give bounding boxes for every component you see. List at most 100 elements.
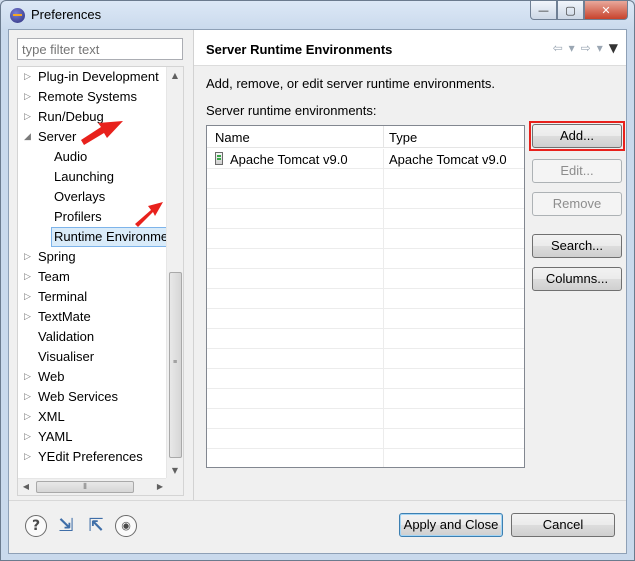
- tree-item[interactable]: ▷ Plug-in Development: [18, 67, 168, 87]
- view-menu-icon[interactable]: ▼: [609, 41, 618, 55]
- table-row: [207, 429, 524, 449]
- pane-divider[interactable]: [193, 30, 194, 500]
- tree-item-label: TextMate: [38, 309, 91, 324]
- tree-item-label: Validation: [38, 329, 95, 344]
- annotation-arrow-icon: [135, 202, 163, 227]
- collapsed-arrow-icon[interactable]: ▷: [24, 407, 34, 427]
- search-button[interactable]: Search...: [532, 234, 622, 258]
- table-row: [207, 189, 524, 209]
- tree-item[interactable]: Runtime Environme: [18, 227, 168, 247]
- title-bar: Preferences — ▢ ✕: [1, 1, 634, 29]
- tree-horizontal-scrollbar[interactable]: ◀ ⦀ ▶: [18, 478, 168, 495]
- tree-item-label: Visualiser: [38, 349, 95, 364]
- collapsed-arrow-icon[interactable]: ▷: [24, 87, 34, 107]
- tree-item-label: Terminal: [38, 289, 88, 304]
- tree-item[interactable]: ▷ Web Services: [18, 387, 168, 407]
- server-runtime-icon: [215, 152, 223, 165]
- tree-item-label: Spring: [38, 249, 76, 264]
- forward-dropdown-icon[interactable]: ▾: [597, 41, 603, 55]
- expanded-arrow-icon[interactable]: ◢: [24, 127, 34, 147]
- page-title: Server Runtime Environments: [206, 42, 393, 57]
- collapsed-arrow-icon[interactable]: ▷: [24, 267, 34, 287]
- collapsed-arrow-icon[interactable]: ▷: [24, 247, 34, 267]
- tree-item[interactable]: ▷ YEdit Preferences: [18, 447, 168, 467]
- window-title: Preferences: [31, 7, 102, 22]
- filter-input[interactable]: [17, 38, 183, 60]
- tree-item-label: Server: [38, 129, 77, 144]
- tree-item[interactable]: ▷ Remote Systems: [18, 87, 168, 107]
- close-button[interactable]: ✕: [584, 1, 628, 20]
- table-row: [207, 409, 524, 429]
- page-description: Add, remove, or edit server runtime envi…: [206, 76, 496, 91]
- tree-item[interactable]: ▷ Terminal: [18, 287, 168, 307]
- table-header: Name Type: [207, 126, 524, 148]
- cell-type: Apache Tomcat v9.0: [389, 152, 507, 167]
- table-row: [207, 349, 524, 369]
- tree-item[interactable]: ▷ Team: [18, 267, 168, 287]
- tree-vertical-scrollbar[interactable]: ▲ ≡ ▼: [166, 67, 183, 479]
- table-row[interactable]: Apache Tomcat v9.0 Apache Tomcat v9.0: [207, 149, 524, 169]
- tree-item[interactable]: ▷ Web: [18, 367, 168, 387]
- scroll-thumb[interactable]: ≡: [169, 272, 182, 458]
- export-icon[interactable]: ⇱: [85, 515, 107, 537]
- table-row: [207, 289, 524, 309]
- column-header-type[interactable]: Type: [389, 130, 417, 145]
- collapsed-arrow-icon[interactable]: ▷: [24, 367, 34, 387]
- minimize-button[interactable]: —: [530, 1, 557, 20]
- scroll-left-arrow-icon[interactable]: ◀: [18, 479, 34, 496]
- tree-item-label: Team: [38, 269, 70, 284]
- dialog-client: ▷Plug-in Development▷Remote Systems▷Run/…: [8, 29, 627, 554]
- forward-arrow-icon[interactable]: ⇨: [581, 41, 591, 55]
- columns-button[interactable]: Columns...: [532, 267, 622, 291]
- record-icon[interactable]: ◉: [115, 515, 137, 537]
- collapsed-arrow-icon[interactable]: ▷: [24, 107, 34, 127]
- table-row: [207, 309, 524, 329]
- tree-item-label: Launching: [54, 169, 114, 184]
- back-dropdown-icon[interactable]: ▾: [569, 41, 575, 55]
- window-controls: — ▢ ✕: [530, 1, 628, 21]
- collapsed-arrow-icon[interactable]: ▷: [24, 447, 34, 467]
- tree-item[interactable]: ▷ XML: [18, 407, 168, 427]
- tree-item-label: Remote Systems: [38, 89, 137, 104]
- table-row: [207, 369, 524, 389]
- scroll-up-arrow-icon[interactable]: ▲: [167, 67, 183, 84]
- scroll-down-arrow-icon[interactable]: ▼: [167, 462, 183, 479]
- collapsed-arrow-icon[interactable]: ▷: [24, 427, 34, 447]
- tree-item[interactable]: Visualiser: [18, 347, 168, 367]
- tree-item[interactable]: Validation: [18, 327, 168, 347]
- table-row: [207, 169, 524, 189]
- runtime-table: Name Type Apache Tomcat v9.0 Apache Tomca…: [206, 125, 525, 468]
- help-icon[interactable]: ?: [25, 515, 47, 537]
- import-icon[interactable]: ⇲: [55, 515, 77, 537]
- edit-button[interactable]: Edit...: [532, 159, 622, 183]
- eclipse-icon: [10, 8, 25, 23]
- hscroll-thumb[interactable]: ⦀: [36, 481, 134, 493]
- collapsed-arrow-icon[interactable]: ▷: [24, 387, 34, 407]
- add-button[interactable]: Add...: [532, 124, 622, 148]
- tree-item[interactable]: ▷ Spring: [18, 247, 168, 267]
- apply-and-close-button[interactable]: Apply and Close: [399, 513, 503, 537]
- collapsed-arrow-icon[interactable]: ▷: [24, 67, 34, 87]
- table-row: [207, 449, 524, 467]
- table-row: [207, 269, 524, 289]
- table-row: [207, 249, 524, 269]
- tree-item-label: Overlays: [54, 189, 106, 204]
- back-arrow-icon[interactable]: ⇦: [553, 41, 563, 55]
- tree-item[interactable]: Launching: [18, 167, 168, 187]
- bottom-separator: [9, 500, 626, 501]
- tree-item-label: Web Services: [38, 389, 118, 404]
- tree-item[interactable]: Audio: [18, 147, 168, 167]
- table-row: [207, 389, 524, 409]
- remove-button[interactable]: Remove: [532, 192, 622, 216]
- preferences-window: Preferences — ▢ ✕ ▷ Plug-in Development ▷ R…: [0, 0, 635, 561]
- maximize-button[interactable]: ▢: [557, 1, 584, 20]
- column-header-name[interactable]: Name: [215, 130, 250, 145]
- collapsed-arrow-icon[interactable]: ▷: [24, 307, 34, 327]
- tree-item-label: Plug-in Development: [38, 69, 159, 84]
- tree-item[interactable]: ▷ YAML: [18, 427, 168, 447]
- tree-item[interactable]: ▷ TextMate: [18, 307, 168, 327]
- tree-item-label: YAML: [38, 429, 73, 444]
- collapsed-arrow-icon[interactable]: ▷: [24, 287, 34, 307]
- tree-item-label: Audio: [54, 149, 88, 164]
- cancel-button[interactable]: Cancel: [511, 513, 615, 537]
